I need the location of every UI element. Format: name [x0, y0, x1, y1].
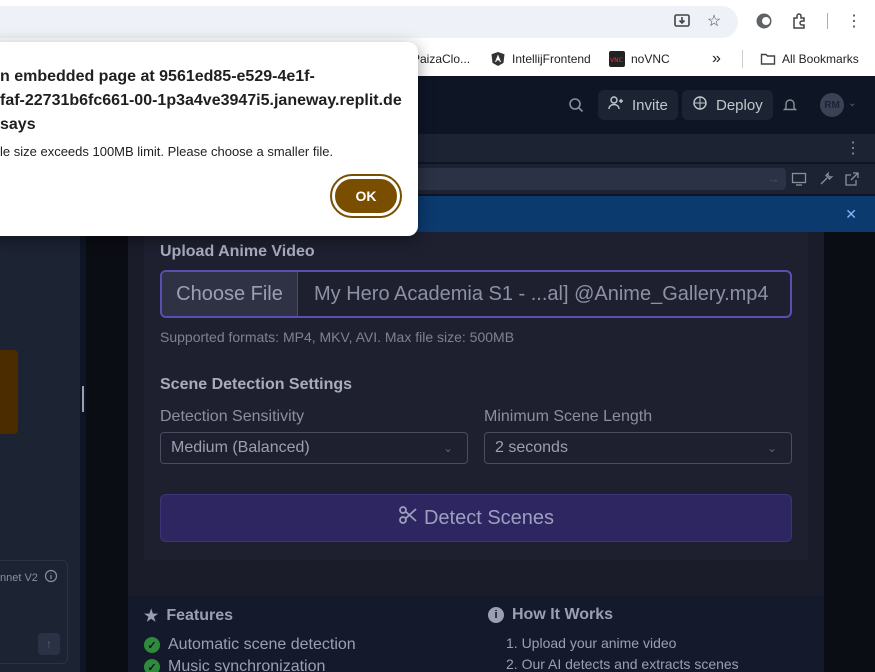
device-preview-icon[interactable] [791, 171, 807, 192]
list-item: 2. Our AI detects and extracts scenes [506, 656, 739, 672]
deploy-button[interactable]: Deploy [682, 90, 773, 120]
angular-icon [490, 51, 506, 67]
formats-hint: Supported formats: MP4, MKV, AVI. Max fi… [160, 329, 515, 345]
more-bookmarks-label: » [712, 50, 721, 67]
model-label: nnet V2 [0, 569, 58, 586]
sensitivity-value: Medium (Balanced) [171, 439, 310, 456]
notifications-bell-icon[interactable] [780, 95, 800, 115]
browser-menu-icon[interactable]: ⋮ [844, 11, 864, 31]
app-preview: Upload Anime Video Choose File My Hero A… [86, 232, 875, 672]
features-title-text: Features [166, 607, 234, 624]
sensitivity-select[interactable]: Medium (Balanced) ⌄ [160, 432, 468, 464]
choose-file-button[interactable]: Choose File [162, 272, 298, 316]
install-app-icon[interactable] [672, 11, 692, 31]
bookmark-label: noVNC [631, 52, 670, 66]
tab-highlight[interactable] [0, 350, 18, 434]
devtools-wrench-icon[interactable] [818, 171, 834, 192]
dialog-title-line: n embedded page at 9561ed85-e529-4e1f- [0, 68, 315, 85]
avatar[interactable]: RM [820, 93, 844, 117]
open-new-tab-icon[interactable] [844, 171, 860, 192]
features-title: ★ Features [144, 606, 233, 626]
avatar-initials: RM [824, 99, 840, 111]
pane-resize-handle[interactable] [82, 386, 84, 412]
arrow-right-icon[interactable]: → [767, 171, 780, 186]
dialog-title-line: faf-22731b6fc661-00-1p3a4ve3947i5.janewa… [0, 92, 402, 109]
star-icon: ★ [144, 608, 159, 625]
ok-button[interactable]: OK [330, 174, 402, 218]
bookmark-paizacloud[interactable]: PaizaClo... [412, 51, 470, 67]
close-icon[interactable]: ✕ [845, 206, 857, 223]
novnc-icon: VNC [609, 51, 625, 67]
invite-button[interactable]: Invite [598, 90, 678, 120]
detect-scenes-label: Detect Scenes [423, 506, 555, 529]
min-length-select[interactable]: 2 seconds ⌄ [484, 432, 792, 464]
extensions-puzzle-icon[interactable] [790, 11, 810, 31]
extension-globe-icon[interactable] [754, 11, 774, 31]
how-it-works-title-text: How It Works [512, 606, 614, 623]
alert-dialog: n embedded page at 9561ed85-e529-4e1f- f… [0, 42, 418, 236]
more-bookmarks-button[interactable]: » [712, 50, 721, 67]
scissors-icon [398, 505, 418, 531]
bookmark-novnc[interactable]: VNC noVNC [609, 51, 670, 67]
search-icon[interactable] [566, 95, 586, 115]
info-section: ★ Features ✓ Automatic scene detection ✓… [128, 596, 824, 672]
dialog-title-line: says [0, 116, 36, 133]
file-input[interactable]: Choose File My Hero Academia S1 - ...al]… [160, 270, 792, 318]
check-circle-icon: ✓ [144, 659, 160, 672]
sensitivity-label: Detection Sensitivity [160, 408, 305, 425]
min-length-value: 2 seconds [495, 439, 568, 456]
feature-text: Automatic scene detection [168, 636, 356, 653]
list-item: ✓ Music synchronization [144, 658, 325, 672]
upload-form: Upload Anime Video Choose File My Hero A… [144, 232, 808, 560]
min-length-label: Minimum Scene Length [484, 408, 653, 425]
all-bookmarks-folder[interactable]: All Bookmarks [760, 51, 859, 67]
folder-icon [760, 51, 776, 67]
bookmark-label: IntellijFrontend [512, 52, 591, 66]
upload-card: Upload Anime Video Choose File My Hero A… [128, 232, 824, 596]
how-it-works-title: i How It Works [488, 606, 613, 624]
settings-label: Scene Detection Settings [160, 376, 353, 393]
chevron-down-icon: ⌄ [766, 441, 777, 455]
feature-text: Music synchronization [168, 658, 326, 672]
address-bar[interactable] [0, 6, 738, 38]
browser-toolbar: ☆ ⋮ [0, 0, 875, 42]
add-user-icon [608, 95, 624, 115]
arrow-up-icon: ↑ [46, 637, 52, 651]
detect-scenes-button[interactable]: Detect Scenes [160, 494, 792, 542]
send-button[interactable]: ↑ [38, 633, 60, 655]
list-item: ✓ Automatic scene detection [144, 636, 356, 654]
deploy-label: Deploy [716, 96, 763, 114]
info-icon[interactable] [44, 569, 58, 586]
ai-assistant-panel: nnet V2 ↑ [0, 560, 68, 664]
dialog-message: le size exceeds 100MB limit. Please choo… [0, 144, 334, 159]
svg-text:VNC: VNC [610, 57, 623, 64]
toolbar-separator [827, 13, 828, 29]
chevron-down-icon: ⌄ [442, 441, 453, 455]
list-item: 1. Upload your anime video [506, 635, 677, 651]
model-name: nnet V2 [0, 571, 38, 584]
bookmark-label: PaizaClo... [412, 52, 471, 66]
selected-file-name: My Hero Academia S1 - ...al] @Anime_Gall… [314, 282, 769, 305]
dialog-title: n embedded page at 9561ed85-e529-4e1f- f… [0, 65, 402, 137]
bookmark-star-icon[interactable]: ☆ [704, 11, 724, 31]
info-icon: i [488, 607, 504, 623]
bookmark-label: All Bookmarks [782, 52, 859, 66]
check-circle-icon: ✓ [144, 637, 160, 653]
bookmark-intellijfrontend[interactable]: IntellijFrontend [490, 51, 591, 67]
bookmark-separator [742, 50, 743, 68]
invite-label: Invite [632, 96, 668, 114]
webview-menu-icon[interactable]: ⋮ [845, 138, 861, 158]
deploy-icon [692, 95, 708, 115]
upload-label: Upload Anime Video [160, 243, 315, 260]
chevron-down-icon[interactable]: ⌄ [848, 98, 856, 109]
